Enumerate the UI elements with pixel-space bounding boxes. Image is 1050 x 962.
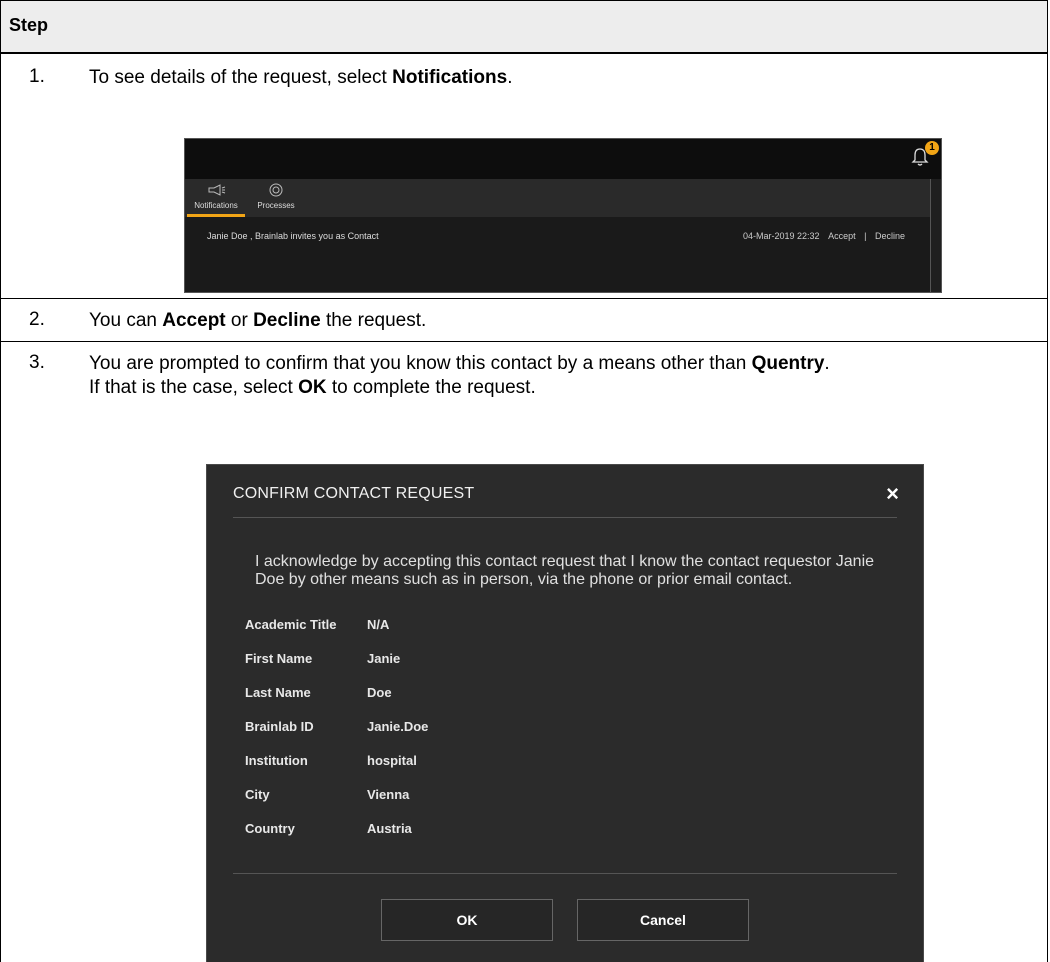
notification-panel: 1 Notifications Processes Janie Doe , Br…: [184, 138, 942, 293]
detail-value: Vienna: [367, 787, 410, 802]
close-icon[interactable]: ×: [886, 481, 899, 507]
detail-value: Janie.Doe: [367, 719, 429, 734]
link-separator: |: [864, 231, 867, 241]
step-text: You are prompted to confirm that you kno…: [89, 353, 830, 398]
step-text: To see details of the request, select No…: [89, 67, 513, 88]
detail-label: Brainlab ID: [245, 719, 314, 734]
detail-label: First Name: [245, 651, 313, 666]
megaphone-icon: [208, 184, 226, 196]
detail-value: Doe: [367, 685, 392, 700]
notification-topbar: 1: [185, 139, 941, 180]
detail-label: Academic Title: [245, 617, 337, 632]
tab-notifications[interactable]: Notifications: [189, 183, 243, 210]
notification-message: Janie Doe , Brainlab invites you as Cont…: [207, 231, 379, 241]
ok-button[interactable]: OK: [381, 899, 553, 941]
tab-processes[interactable]: Processes: [251, 183, 301, 210]
cancel-button[interactable]: Cancel: [577, 899, 749, 941]
step-number: 3.: [29, 352, 45, 373]
side-panel-edge: [930, 179, 941, 292]
divider: [233, 873, 897, 874]
decline-link[interactable]: Decline: [875, 231, 905, 241]
acknowledgement-text: I acknowledge by accepting this contact …: [255, 553, 875, 588]
notification-count-badge: 1: [925, 141, 939, 155]
step-row-2: 2. You can Accept or Decline the request…: [1, 299, 1047, 342]
detail-label: Institution: [245, 753, 308, 768]
step-text: You can Accept or Decline the request.: [89, 310, 427, 331]
table-header: Step: [1, 1, 1047, 54]
detail-value: Austria: [367, 821, 412, 836]
confirm-contact-dialog: CONFIRM CONTACT REQUEST × I acknowledge …: [206, 464, 924, 962]
notification-meta: 04-Mar-2019 22:32 Accept | Decline: [743, 231, 905, 241]
step-number: 1.: [29, 66, 45, 87]
target-icon: [269, 183, 283, 197]
active-tab-indicator: [187, 214, 245, 217]
detail-label: Last Name: [245, 685, 311, 700]
detail-value: N/A: [367, 617, 390, 632]
detail-value: Janie: [367, 651, 401, 666]
notification-datetime: 04-Mar-2019 22:32: [743, 231, 820, 241]
detail-label: Country: [245, 821, 295, 836]
divider: [233, 517, 897, 518]
step-number: 2.: [29, 309, 45, 330]
header-step-label: Step: [9, 15, 49, 35]
dialog-title: CONFIRM CONTACT REQUEST: [233, 485, 475, 502]
accept-link[interactable]: Accept: [828, 231, 856, 241]
notification-tabbar: Notifications Processes: [185, 179, 935, 217]
detail-value: hospital: [367, 753, 417, 768]
detail-label: City: [245, 787, 270, 802]
